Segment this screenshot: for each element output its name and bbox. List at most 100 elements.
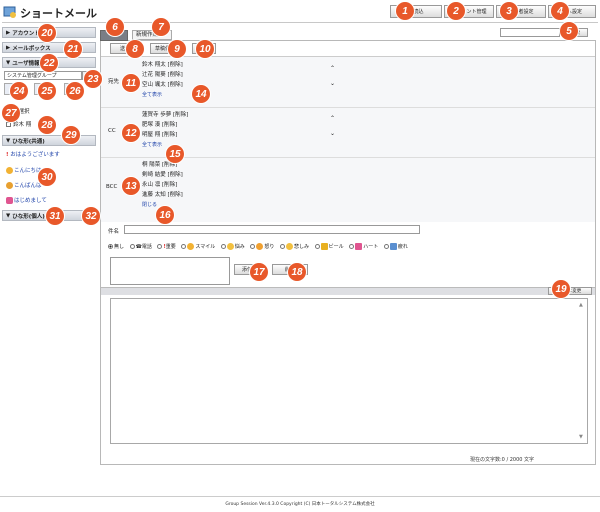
annotation-badge: 21 [64, 40, 82, 58]
attachment-box[interactable] [110, 257, 230, 285]
hina-item[interactable]: ! おはようございます [6, 150, 60, 158]
annotation-badge: 8 [126, 40, 144, 58]
annotation-badge: 13 [122, 177, 140, 195]
heart-icon [355, 243, 363, 250]
mark-smile[interactable]: スマイル [181, 243, 216, 250]
sidebar-hina-common-label: ひな形(共通) [12, 138, 45, 145]
annotation-badge: 17 [250, 263, 268, 281]
footer-copyright: Group Session Ver.4.3.0 Copyright (C) 日本… [225, 502, 375, 507]
subject-input[interactable] [124, 225, 420, 234]
bcc-item[interactable]: 剣崎 結愛 [削除] [142, 170, 332, 180]
annotation-badge: 22 [40, 54, 58, 72]
body-scroll-down-icon[interactable]: ▼ [579, 434, 583, 440]
annotation-badge: 19 [552, 280, 570, 298]
hina-item-label: おはようございます [10, 152, 60, 158]
angry-icon [256, 243, 264, 250]
to-show-all-link[interactable]: 全て表示 [142, 90, 332, 100]
annotation-badge: 26 [66, 82, 84, 100]
mark-beer[interactable]: ビール [314, 243, 344, 250]
annotation-badge: 32 [82, 207, 100, 225]
face-icon [6, 182, 13, 189]
mark-sad-label: 悲しみ [294, 244, 310, 250]
annotation-badge: 6 [106, 18, 124, 36]
annotation-badge: 20 [38, 24, 56, 42]
to-label: 宛先 [108, 79, 120, 85]
annotation-badge: 5 [560, 22, 578, 40]
subject-label: 件名 [108, 229, 120, 235]
cc-label: CC [108, 128, 116, 134]
mark-worry[interactable]: 悩み [220, 243, 245, 250]
hina-item[interactable]: はじめまして [6, 196, 47, 204]
mark-smile-label: スマイル [195, 244, 216, 250]
search-input[interactable] [500, 28, 560, 37]
body-textarea[interactable] [110, 298, 588, 444]
mark-phone[interactable]: ☎電話 [129, 244, 152, 250]
sidebar-hina-common-header[interactable]: ▼ ひな形(共通) [2, 135, 96, 146]
bcc-item[interactable]: 永山 凛 [削除] [142, 180, 332, 190]
annotation-badge: 12 [122, 124, 140, 142]
annotation-badge: 23 [84, 70, 102, 88]
heart-icon [6, 197, 13, 204]
annotation-badge: 1 [396, 2, 414, 20]
mark-heart-label: ハート [363, 244, 379, 250]
annotation-badge: 4 [551, 2, 569, 20]
annotation-badge: 28 [38, 116, 56, 134]
mark-important-label: 重要 [165, 244, 176, 250]
mark-worry-label: 悩み [234, 244, 245, 250]
mark-sad[interactable]: 悲しみ [280, 243, 310, 250]
annotation-badge: 11 [122, 74, 140, 92]
mark-none[interactable]: 無し [108, 244, 124, 250]
to-scroll-up-icon[interactable]: ⌃ [330, 65, 335, 72]
marks-row: 無し ☎電話 !重要 スマイル 悩み 怒り 悲しみ ビール ハート 疲れ [108, 243, 588, 250]
cc-divider [101, 107, 595, 108]
to-item[interactable]: 辻花 陽葵 [削除] [142, 70, 332, 80]
annotation-badge: 27 [2, 104, 20, 122]
group-select[interactable]: システム管理グループ [4, 71, 82, 80]
cc-item[interactable]: 肥塚 湊 [削除] [142, 120, 332, 130]
to-scroll-down-icon[interactable]: ⌄ [330, 80, 335, 87]
annotation-badge: 9 [168, 40, 186, 58]
bcc-label: BCC [106, 184, 118, 190]
cc-scroll-down-icon[interactable]: ⌄ [330, 130, 335, 137]
to-item[interactable]: 鈴木 翔太 [削除] [142, 60, 332, 70]
exclamation-icon: ! [6, 152, 9, 158]
annotation-badge: 30 [38, 168, 56, 186]
mark-none-label: 無し [114, 244, 125, 250]
app-title: ショートメール [20, 7, 97, 20]
hina-item[interactable]: こんばんは [6, 181, 42, 189]
mark-angry-label: 怒り [264, 244, 275, 250]
to-item[interactable]: 空山 颯太 [削除] [142, 80, 332, 90]
cc-item[interactable]: 明屋 翔 [削除] [142, 130, 332, 140]
annotation-badge: 7 [152, 18, 170, 36]
char-counter: 現在の文字数:0 / 2000 文字 [470, 457, 535, 463]
mark-heart[interactable]: ハート [349, 243, 379, 250]
hina-item-label: こんにちは [14, 168, 42, 174]
sad-icon [286, 243, 294, 250]
cc-scroll-up-icon[interactable]: ⌃ [330, 115, 335, 122]
bcc-item[interactable]: 進藤 太知 [削除] [142, 190, 332, 200]
mark-angry[interactable]: 怒り [250, 243, 275, 250]
sidebar-account-label: アカウント [12, 30, 40, 37]
annotation-badge: 29 [62, 126, 80, 144]
smile-icon [6, 167, 13, 174]
tired-icon [389, 243, 397, 250]
mark-important[interactable]: !重要 [157, 244, 176, 250]
app-logo-icon [3, 5, 17, 19]
mark-tired-label: 疲れ [397, 244, 408, 250]
hina-item-label: こんばんは [14, 183, 42, 189]
user-name: 鈴木 翔 [13, 122, 32, 128]
body-scroll-up-icon[interactable]: ▲ [579, 302, 583, 308]
sidebar-mailbox-label: メールボックス [12, 45, 51, 52]
body-toolbar [101, 287, 595, 295]
hina-item[interactable]: こんにちは [6, 166, 42, 174]
annotation-badge: 18 [288, 263, 306, 281]
sidebar-userinfo-label: ユーザ情報 [12, 60, 40, 67]
group-select-value: システム管理グループ [7, 73, 57, 79]
mark-beer-label: ビール [328, 244, 344, 250]
cc-item[interactable]: 蓮賀寺 歩夢 [削除] [142, 110, 332, 120]
mark-tired[interactable]: 疲れ [383, 243, 408, 250]
annotation-badge: 2 [447, 2, 465, 20]
to-list: 鈴木 翔太 [削除] 辻花 陽葵 [削除] 空山 颯太 [削除] 全て表示 [142, 60, 332, 108]
sidebar-hina-personal-label: ひな形(個人) [12, 213, 45, 220]
annotation-badge: 10 [196, 40, 214, 58]
